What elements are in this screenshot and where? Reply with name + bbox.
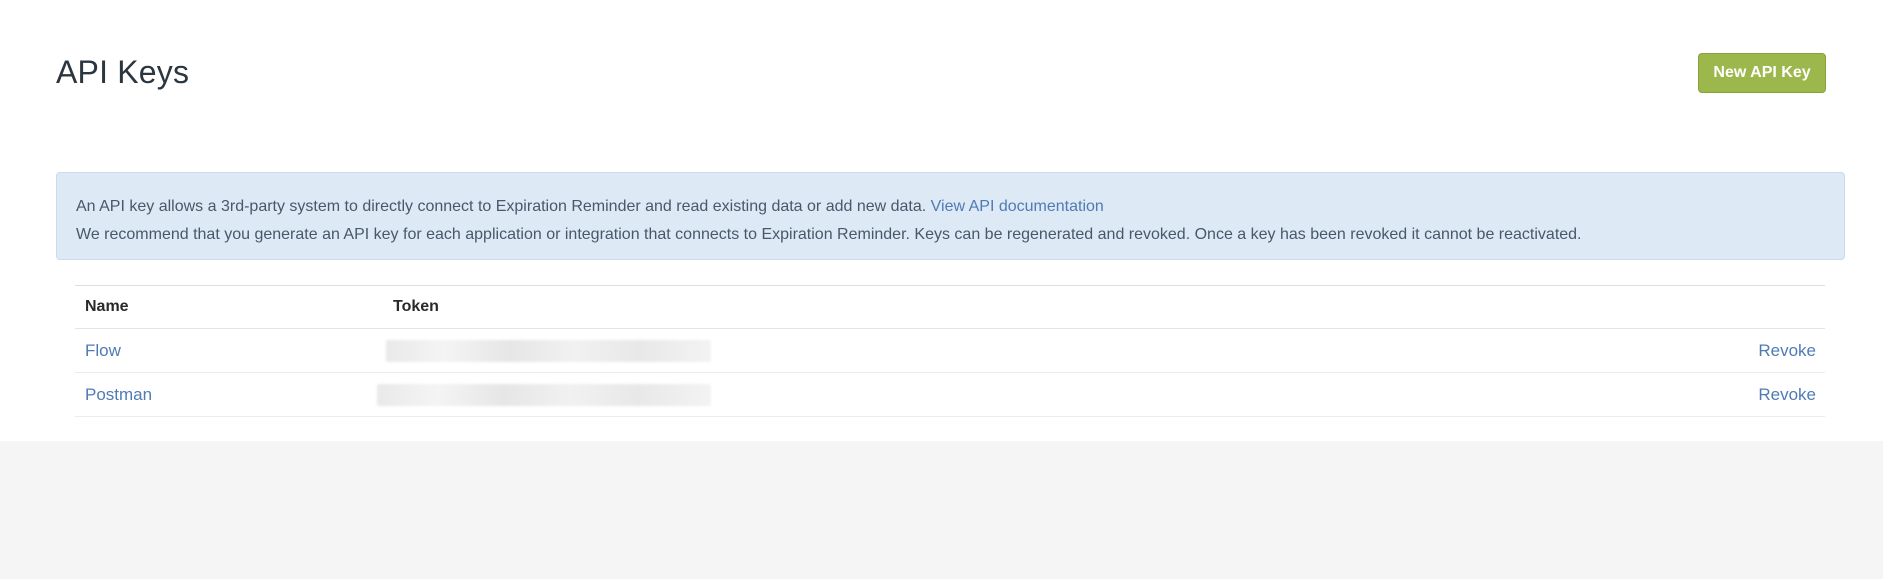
new-api-key-button[interactable]: New API Key xyxy=(1698,53,1826,93)
revoke-link[interactable]: Revoke xyxy=(1758,329,1816,372)
key-name-link[interactable]: Flow xyxy=(85,329,121,372)
revoke-link[interactable]: Revoke xyxy=(1758,373,1816,416)
info-alert: An API key allows a 3rd-party system to … xyxy=(56,172,1845,260)
info-line-1: An API key allows a 3rd-party system to … xyxy=(76,193,1825,221)
table-row: Flow Revoke xyxy=(75,329,1825,373)
page-footer-area xyxy=(0,441,1883,579)
token-cell xyxy=(386,329,711,372)
token-cell xyxy=(377,373,711,416)
table-row: Postman Revoke xyxy=(75,373,1825,417)
page-title: API Keys xyxy=(56,54,190,90)
column-header-token: Token xyxy=(393,298,439,315)
table-header-row: Name Token xyxy=(75,286,1825,329)
token-redacted xyxy=(377,383,711,406)
column-header-name: Name xyxy=(85,298,129,315)
api-documentation-link[interactable]: View API documentation xyxy=(931,198,1104,215)
api-keys-table: Name Token Flow Revoke Postman Revoke xyxy=(75,285,1825,417)
key-name-link[interactable]: Postman xyxy=(85,373,152,416)
token-redacted xyxy=(386,339,711,362)
api-keys-panel: API Keys New API Key An API key allows a… xyxy=(0,0,1883,441)
info-line-2: We recommend that you generate an API ke… xyxy=(76,226,1582,243)
info-text-1: An API key allows a 3rd-party system to … xyxy=(76,198,927,215)
